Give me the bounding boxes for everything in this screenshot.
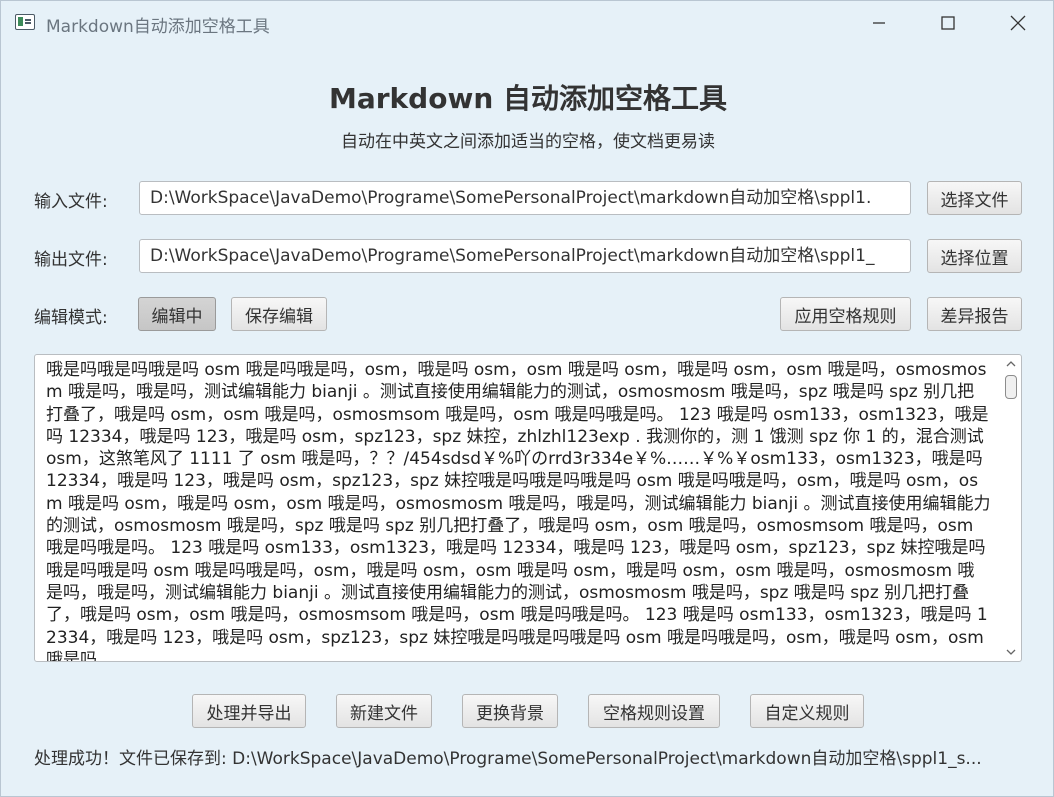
output-file-label: 输出文件: xyxy=(34,250,108,270)
process-export-button[interactable]: 处理并导出 xyxy=(192,694,306,728)
output-file-value: D:\WorkSpace\JavaDemo\Programe\SomePerso… xyxy=(150,246,875,266)
markdown-editor[interactable]: 哦是吗哦是吗哦是吗 osm 哦是吗哦是吗，osm，哦是吗 osm，osm 哦是吗… xyxy=(34,354,1022,662)
chevron-down-icon[interactable] xyxy=(1005,646,1017,658)
app-window-icon xyxy=(15,14,35,30)
minimize-icon xyxy=(873,22,885,24)
maximize-button[interactable] xyxy=(928,9,968,37)
editor-content[interactable]: 哦是吗哦是吗哦是吗 osm 哦是吗哦是吗，osm，哦是吗 osm，osm 哦是吗… xyxy=(46,359,991,661)
chevron-up-icon[interactable] xyxy=(1005,358,1017,370)
edit-mode-label: 编辑模式: xyxy=(34,308,108,328)
status-message: 处理成功！文件已保存到: D:\WorkSpace\JavaDemo\Progr… xyxy=(34,749,982,769)
choose-file-button[interactable]: 选择文件 xyxy=(927,181,1022,215)
scrollbar-thumb[interactable] xyxy=(1005,375,1017,399)
change-background-button[interactable]: 更换背景 xyxy=(462,694,558,728)
maximize-icon xyxy=(941,16,955,30)
page-subtitle: 自动在中英文之间添加适当的空格，使文档更易读 xyxy=(341,132,715,152)
editing-toggle-button[interactable]: 编辑中 xyxy=(138,297,216,331)
close-icon xyxy=(1010,15,1026,31)
custom-rules-button[interactable]: 自定义规则 xyxy=(750,694,864,728)
input-file-field[interactable]: D:\WorkSpace\JavaDemo\Programe\SomePerso… xyxy=(139,181,911,215)
input-file-label: 输入文件: xyxy=(34,192,108,212)
space-rules-settings-button[interactable]: 空格规则设置 xyxy=(588,694,720,728)
new-file-button[interactable]: 新建文件 xyxy=(336,694,432,728)
window-title: Markdown自动添加空格工具 xyxy=(46,17,270,37)
minimize-button[interactable] xyxy=(859,9,899,37)
save-edit-button[interactable]: 保存编辑 xyxy=(231,297,327,331)
choose-location-button[interactable]: 选择位置 xyxy=(927,239,1022,273)
editor-scrollbar[interactable] xyxy=(1002,356,1020,660)
page-title: Markdown 自动添加空格工具 xyxy=(328,82,728,115)
output-file-field[interactable]: D:\WorkSpace\JavaDemo\Programe\SomePerso… xyxy=(139,239,911,273)
diff-report-button[interactable]: 差异报告 xyxy=(927,297,1022,331)
app-window: Markdown自动添加空格工具 Markdown 自动添加空格工具 自动在中英… xyxy=(0,0,1054,797)
close-button[interactable] xyxy=(998,9,1038,37)
apply-space-rules-button[interactable]: 应用空格规则 xyxy=(780,297,911,331)
title-bar[interactable]: Markdown自动添加空格工具 xyxy=(1,1,1053,45)
input-file-value: D:\WorkSpace\JavaDemo\Programe\SomePerso… xyxy=(150,188,872,208)
